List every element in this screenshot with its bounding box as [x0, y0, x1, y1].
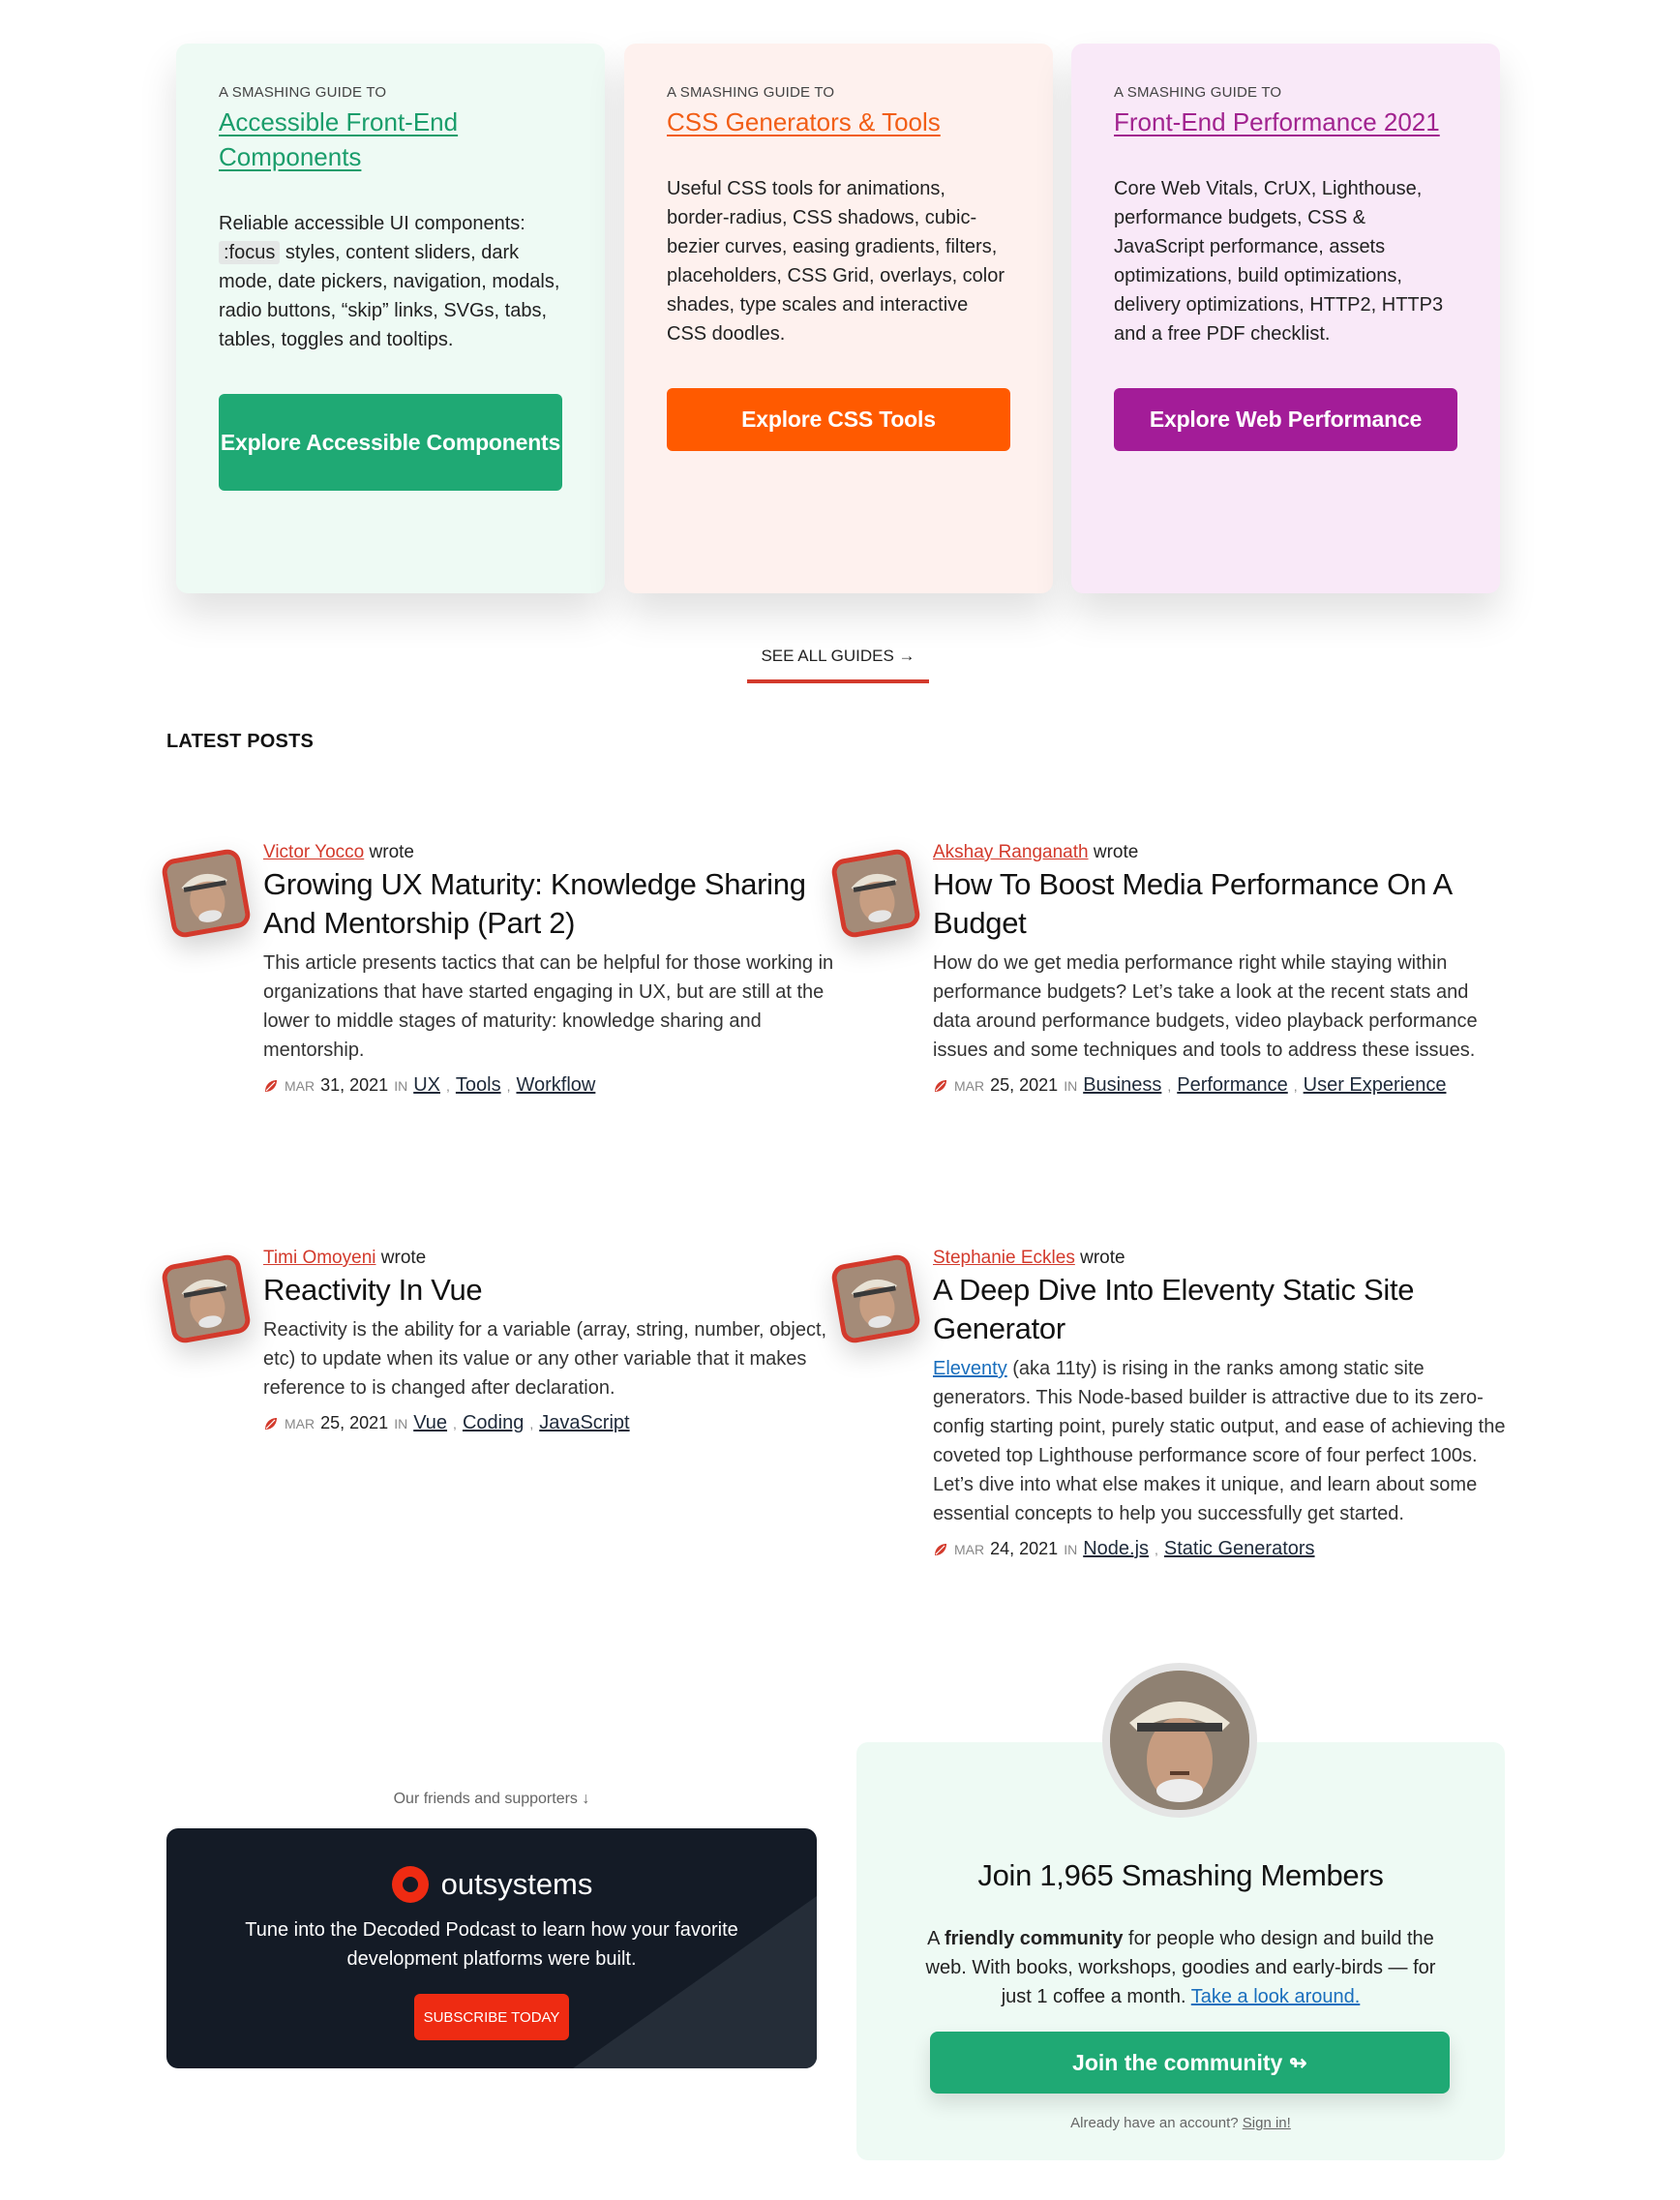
outsystems-logo: outsystems — [166, 1865, 817, 1904]
friends-label: Our friends and supporters ↓ — [393, 1791, 590, 1807]
leaf-icon — [265, 1417, 277, 1430]
author-link[interactable]: Akshay Ranganath — [933, 842, 1089, 862]
author-link[interactable]: Stephanie Eckles — [933, 1248, 1075, 1268]
post-author-line: Timi Omoyeni wrote — [263, 1248, 427, 1268]
eleventy-link[interactable]: Eleventy — [933, 1358, 1007, 1379]
members-text: A friendly community for people who desi… — [925, 1928, 1436, 2007]
guide-kicker: A Smashing Guide to — [1114, 84, 1282, 101]
guide-kicker: A Smashing Guide to — [667, 84, 835, 101]
post-card: Victor Yocco wrote Growing UX Maturity: … — [160, 842, 834, 1097]
tag-link[interactable]: Vue — [413, 1412, 447, 1434]
author-link[interactable]: Victor Yocco — [263, 842, 364, 862]
tag-link[interactable]: Coding — [463, 1412, 524, 1434]
tag-link[interactable]: Workflow — [516, 1074, 595, 1097]
post-excerpt: This article presents tactics that can b… — [263, 952, 834, 1061]
post-excerpt: How do we get media performance right wh… — [933, 952, 1478, 1061]
author-avatar[interactable] — [829, 1252, 922, 1345]
post-card: Stephanie Eckles wrote A Deep Dive Into … — [829, 1248, 1509, 1560]
explore-css-tools-button[interactable]: Explore CSS Tools — [667, 388, 1010, 451]
author-avatar[interactable] — [160, 1252, 253, 1345]
sign-in-link[interactable]: Sign in! — [1243, 2115, 1291, 2131]
post-excerpt: Eleventy (aka 11ty) is rising in the ran… — [933, 1358, 1506, 1524]
guide-card-performance: A Smashing Guide to Front-End Performanc… — [1071, 44, 1500, 593]
take-a-look-link[interactable]: Take a look around. — [1191, 1986, 1361, 2007]
ad-text: Tune into the Decoded Podcast to learn h… — [245, 1919, 738, 1970]
explore-accessible-button[interactable]: Explore Accessible Components — [219, 394, 562, 491]
leaf-icon — [265, 1079, 277, 1092]
author-avatar[interactable] — [829, 847, 922, 940]
guide-description: Useful CSS tools for animations, border-… — [667, 178, 1005, 345]
members-avatar — [1102, 1663, 1257, 1818]
author-avatar[interactable] — [160, 847, 253, 940]
author-link[interactable]: Timi Omoyeni — [263, 1248, 375, 1268]
tag-link[interactable]: Node.js — [1083, 1538, 1149, 1560]
sponsor-ad[interactable]: outsystems Tune into the Decoded Podcast… — [166, 1828, 817, 2068]
post-author-line: Akshay Ranganath wrote — [933, 842, 1139, 862]
leaf-icon — [935, 1079, 946, 1092]
signin-line: Already have an account? Sign in! — [1070, 2115, 1291, 2131]
guide-title-link[interactable]: CSS Generators & Tools — [667, 105, 1010, 139]
post-card: Akshay Ranganath wrote How To Boost Medi… — [829, 842, 1509, 1097]
leaf-icon — [935, 1543, 946, 1555]
explore-performance-button[interactable]: Explore Web Performance — [1114, 388, 1457, 451]
guide-description: Reliable accessible UI components: :focu… — [219, 213, 560, 350]
post-author-line: Victor Yocco wrote — [263, 842, 414, 862]
post-excerpt: Reactivity is the ability for a variable… — [263, 1319, 827, 1399]
members-title: Join 1,965 Smashing Members — [977, 1858, 1384, 1892]
post-title-link[interactable]: Growing UX Maturity: Knowledge Sharing A… — [263, 865, 834, 943]
join-community-button[interactable]: Join the community ↬ — [930, 2032, 1450, 2094]
tag-link[interactable]: Static Generators — [1164, 1538, 1315, 1560]
tag-link[interactable]: JavaScript — [539, 1412, 629, 1434]
outsystems-logo-icon — [391, 1866, 429, 1903]
post-meta: Mar 25, 2021 in Vue, Coding, JavaScript — [263, 1412, 844, 1434]
latest-posts-heading: Latest Posts — [166, 731, 315, 752]
see-all-guides-link[interactable]: See all guides → — [747, 647, 929, 683]
guide-title-link[interactable]: Accessible Front-End Components — [219, 105, 562, 174]
post-meta: Mar 31, 2021 in UX, Tools, Workflow — [263, 1074, 834, 1097]
code-snippet: :focus — [219, 241, 281, 264]
post-author-line: Stephanie Eckles wrote — [933, 1248, 1125, 1268]
post-meta: Mar 25, 2021 in Business, Performance, Use… — [933, 1074, 1509, 1097]
tag-link[interactable]: Performance — [1177, 1074, 1288, 1097]
post-title-link[interactable]: A Deep Dive Into Eleventy Static Site Ge… — [933, 1271, 1509, 1348]
guide-description: Core Web Vitals, CrUX, Lighthouse, perfo… — [1114, 178, 1444, 345]
subscribe-button[interactable]: Subscribe today — [414, 1994, 569, 2040]
post-title-link[interactable]: How To Boost Media Performance On A Budg… — [933, 865, 1509, 943]
tag-link[interactable]: Tools — [456, 1074, 501, 1097]
post-title-link[interactable]: Reactivity In Vue — [263, 1271, 844, 1310]
tag-link[interactable]: Business — [1083, 1074, 1161, 1097]
guide-card-accessible: A Smashing Guide to Accessible Front-End… — [176, 44, 605, 593]
tag-link[interactable]: UX — [413, 1074, 440, 1097]
post-card: Timi Omoyeni wrote Reactivity In Vue Rea… — [160, 1248, 844, 1434]
tag-link[interactable]: User Experience — [1304, 1074, 1447, 1097]
guide-title-link[interactable]: Front-End Performance 2021 — [1114, 105, 1457, 139]
post-meta: Mar 24, 2021 in Node.js, Static Generators — [933, 1538, 1509, 1560]
guide-card-css-tools: A Smashing Guide to CSS Generators & Too… — [624, 44, 1053, 593]
guide-kicker: A Smashing Guide to — [219, 84, 387, 101]
